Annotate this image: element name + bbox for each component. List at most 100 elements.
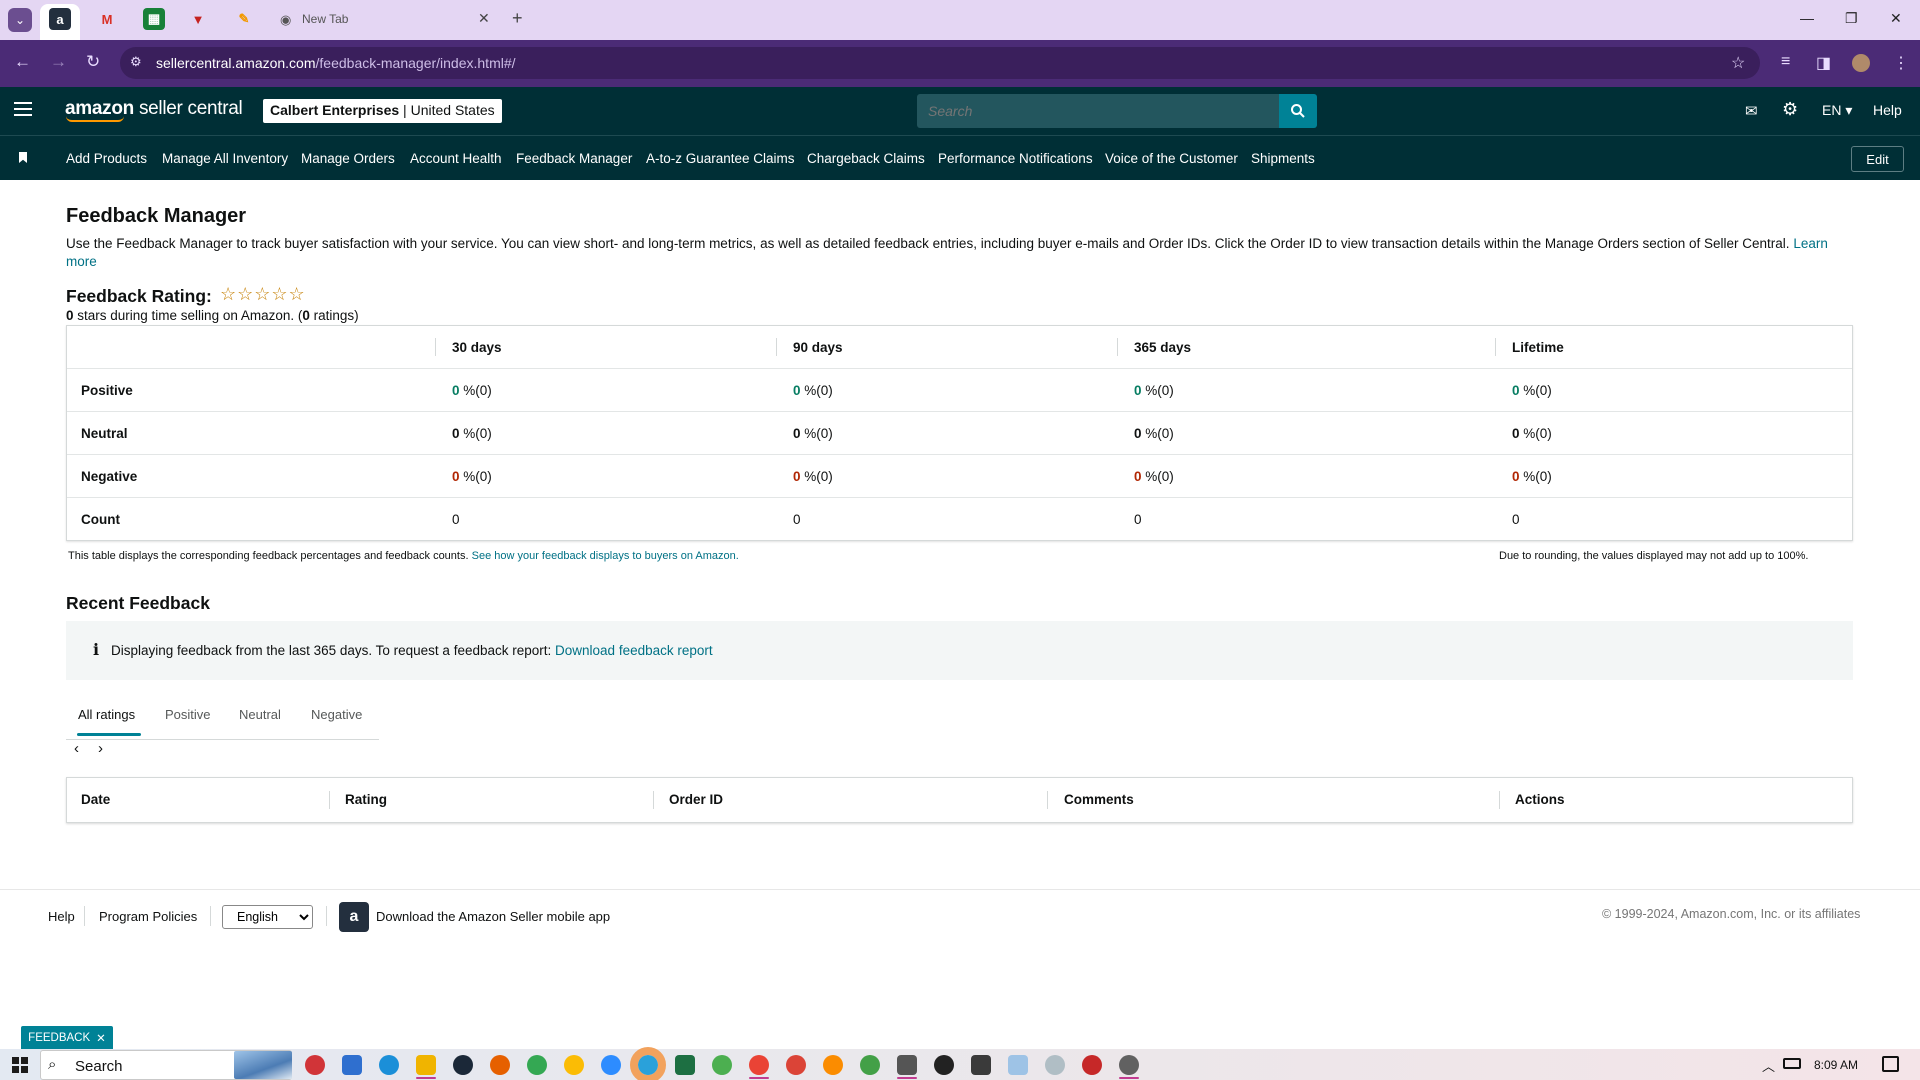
- search-input[interactable]: [928, 103, 1258, 119]
- close-icon[interactable]: ✕: [96, 1031, 106, 1045]
- sheets-icon[interactable]: ▦: [143, 8, 165, 30]
- feedback-widget[interactable]: FEEDBACK ✕: [21, 1026, 113, 1050]
- app-icon[interactable]: [934, 1055, 954, 1075]
- nav-manage-orders[interactable]: Manage Orders: [301, 151, 395, 166]
- language-selector[interactable]: EN ▾: [1822, 102, 1852, 119]
- account-switcher[interactable]: Calbert Enterprises | United States: [263, 99, 502, 123]
- calculator-icon[interactable]: [897, 1055, 917, 1075]
- media-icon[interactable]: ≡: [1781, 53, 1790, 71]
- edge-icon[interactable]: [379, 1055, 399, 1075]
- excel-icon[interactable]: [675, 1055, 695, 1075]
- nav-chargeback-claims[interactable]: Chargeback Claims: [807, 151, 925, 166]
- nav-feedback-manager[interactable]: Feedback Manager: [516, 151, 632, 166]
- search-button[interactable]: [1279, 94, 1317, 128]
- seller-app-icon[interactable]: a: [339, 902, 369, 932]
- bookmark-star-icon[interactable]: ☆: [1731, 53, 1745, 73]
- footer-help-link[interactable]: Help: [48, 909, 75, 924]
- col-date[interactable]: Date: [81, 792, 110, 807]
- chrome-profile-icon[interactable]: [860, 1055, 880, 1075]
- minimize-icon[interactable]: —: [1800, 10, 1814, 26]
- settings-icon[interactable]: [1119, 1055, 1139, 1075]
- nav-performance-notifications[interactable]: Performance Notifications: [938, 151, 1093, 166]
- browser-menu-icon[interactable]: ⋮: [1893, 53, 1909, 73]
- footer-language-select[interactable]: English: [222, 905, 313, 929]
- zoom-icon[interactable]: [601, 1055, 621, 1075]
- tab-neutral[interactable]: Neutral: [239, 707, 281, 722]
- tab-positive[interactable]: Positive: [165, 707, 211, 722]
- new-tab-button[interactable]: +: [512, 8, 523, 29]
- windows-start-icon[interactable]: [12, 1057, 28, 1073]
- edit-nav-button[interactable]: Edit: [1851, 146, 1904, 172]
- nav-voice-of-customer[interactable]: Voice of the Customer: [1105, 151, 1238, 166]
- app-icon[interactable]: [1045, 1055, 1065, 1075]
- amazon-icon: a: [49, 8, 71, 30]
- tab-negative[interactable]: Negative: [311, 707, 362, 722]
- metric-value: 0 %(0): [793, 426, 833, 441]
- nav-a-to-z-claims[interactable]: A-to-z Guarantee Claims: [646, 151, 795, 166]
- back-icon[interactable]: ←: [14, 52, 31, 72]
- mobile-app-link[interactable]: Download the Amazon Seller mobile app: [376, 909, 610, 924]
- metric-value: 0 %(0): [1134, 426, 1174, 441]
- chrome-profile-icon[interactable]: [786, 1055, 806, 1075]
- metric-value: 0: [1134, 512, 1142, 527]
- col-comments[interactable]: Comments: [1064, 792, 1134, 807]
- column-divider: [1499, 791, 1500, 809]
- row-label: Neutral: [81, 426, 128, 441]
- chevron-right-icon[interactable]: ›: [98, 740, 103, 757]
- gmail-icon[interactable]: M: [96, 8, 118, 30]
- file-explorer-icon[interactable]: [416, 1055, 436, 1075]
- firefox-icon[interactable]: [490, 1055, 510, 1075]
- url-text[interactable]: sellercentral.amazon.com/feedback-manage…: [156, 55, 516, 71]
- program-policies-link[interactable]: Program Policies: [99, 909, 197, 924]
- feedback-display-link[interactable]: See how your feedback displays to buyers…: [472, 550, 739, 562]
- nav-manage-inventory[interactable]: Manage All Inventory: [162, 151, 288, 166]
- nav-shipments[interactable]: Shipments: [1251, 151, 1315, 166]
- notification-icon[interactable]: [1882, 1056, 1899, 1072]
- tray-chevron-up-icon[interactable]: ︿: [1762, 1056, 1775, 1075]
- side-panel-icon[interactable]: ◨: [1816, 53, 1831, 73]
- col-actions[interactable]: Actions: [1515, 792, 1565, 807]
- col-rating[interactable]: Rating: [345, 792, 387, 807]
- chrome-profile-icon[interactable]: [823, 1055, 843, 1075]
- telegram-icon[interactable]: [630, 1047, 666, 1080]
- col-lifetime: Lifetime: [1512, 340, 1564, 355]
- chrome-profile-icon[interactable]: [564, 1055, 584, 1075]
- forward-icon[interactable]: →: [50, 52, 67, 72]
- steam-icon[interactable]: [453, 1055, 473, 1075]
- shield-icon[interactable]: ▼: [187, 8, 209, 30]
- rating-summary: 0 stars during time selling on Amazon. (…: [66, 308, 359, 323]
- profile-avatar[interactable]: [1852, 54, 1870, 72]
- app-icon[interactable]: [305, 1055, 325, 1075]
- app-icon[interactable]: [971, 1055, 991, 1075]
- notepad-icon[interactable]: [1008, 1055, 1028, 1075]
- restore-icon[interactable]: ❐: [1845, 10, 1858, 27]
- feedback-rating-title: Feedback Rating:: [66, 286, 212, 306]
- site-info-icon[interactable]: ⚙: [130, 54, 142, 70]
- help-link[interactable]: Help: [1873, 102, 1902, 118]
- menu-icon[interactable]: [14, 102, 32, 116]
- app-icon[interactable]: [1082, 1055, 1102, 1075]
- col-order-id[interactable]: Order ID: [669, 792, 723, 807]
- reload-icon[interactable]: ↻: [86, 52, 100, 72]
- metrics-header-row: 30 days 90 days 365 days Lifetime: [67, 326, 1852, 369]
- taskbar-clock[interactable]: 8:09 AM: [1814, 1058, 1858, 1072]
- chrome-profile-icon[interactable]: [712, 1055, 732, 1075]
- tab-all-ratings[interactable]: All ratings: [78, 707, 135, 722]
- battery-icon[interactable]: [1783, 1058, 1801, 1069]
- store-icon[interactable]: [342, 1055, 362, 1075]
- col-365-days: 365 days: [1134, 340, 1192, 355]
- chevron-left-icon[interactable]: ‹: [74, 740, 79, 757]
- chrome-icon[interactable]: [527, 1055, 547, 1075]
- nav-account-health[interactable]: Account Health: [410, 151, 502, 166]
- metric-value: 0 %(0): [1134, 469, 1174, 484]
- gear-icon[interactable]: ⚙: [1782, 99, 1798, 120]
- nav-add-products[interactable]: Add Products: [66, 151, 147, 166]
- close-window-icon[interactable]: ✕: [1890, 10, 1902, 27]
- pen-icon[interactable]: ✎: [233, 8, 255, 30]
- close-tab-icon[interactable]: ✕: [478, 10, 490, 27]
- tab-search-button[interactable]: ⌄: [8, 8, 32, 32]
- mail-icon[interactable]: ✉: [1745, 102, 1758, 120]
- intro-text: Use the Feedback Manager to track buyer …: [66, 236, 1828, 269]
- download-report-link[interactable]: Download feedback report: [555, 643, 713, 658]
- chrome-profile-icon[interactable]: [749, 1055, 769, 1075]
